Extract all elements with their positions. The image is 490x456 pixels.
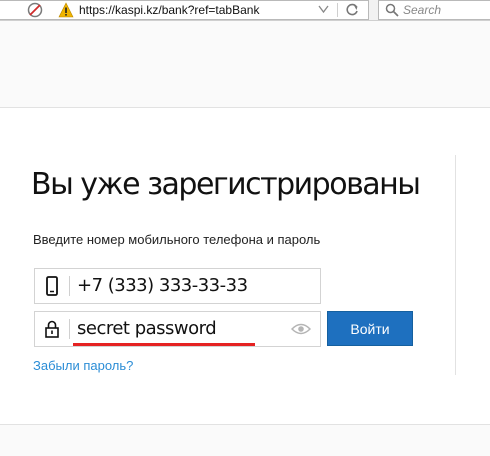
page-title: Вы уже зарегистрированы bbox=[31, 167, 421, 202]
field-divider bbox=[69, 276, 70, 296]
login-button[interactable]: Войти bbox=[327, 311, 413, 346]
page-header-area bbox=[0, 21, 490, 107]
eye-icon[interactable] bbox=[291, 322, 311, 336]
divider-vertical bbox=[455, 155, 456, 375]
phone-input[interactable]: +7 (333) 333-33-33 bbox=[77, 275, 248, 296]
forgot-password-link[interactable]: Забыли пароль? bbox=[33, 358, 133, 373]
divider-top bbox=[0, 107, 490, 108]
page-footer-area bbox=[0, 425, 490, 456]
password-field[interactable]: secret password bbox=[34, 311, 321, 347]
login-instructions: Введите номер мобильного телефона и паро… bbox=[33, 232, 321, 247]
password-highlight bbox=[73, 343, 255, 346]
phone-icon bbox=[46, 276, 58, 296]
reload-icon[interactable] bbox=[345, 3, 359, 17]
blocked-site-icon[interactable] bbox=[26, 1, 44, 19]
browser-toolbar: https://kaspi.kz/bank?ref=tabBank Search bbox=[0, 0, 490, 21]
password-input[interactable]: secret password bbox=[77, 318, 217, 339]
url-separator bbox=[337, 3, 338, 17]
warning-icon[interactable] bbox=[58, 2, 74, 18]
url-text[interactable]: https://kaspi.kz/bank?ref=tabBank bbox=[79, 3, 259, 17]
lock-icon bbox=[45, 320, 59, 338]
field-divider bbox=[69, 319, 70, 339]
phone-field[interactable]: +7 (333) 333-33-33 bbox=[34, 268, 321, 304]
search-placeholder[interactable]: Search bbox=[403, 3, 441, 17]
search-icon bbox=[385, 3, 399, 17]
dropdown-arrow-icon[interactable] bbox=[318, 5, 329, 14]
search-bar[interactable]: Search bbox=[378, 0, 490, 20]
address-bar[interactable]: https://kaspi.kz/bank?ref=tabBank bbox=[0, 0, 369, 20]
